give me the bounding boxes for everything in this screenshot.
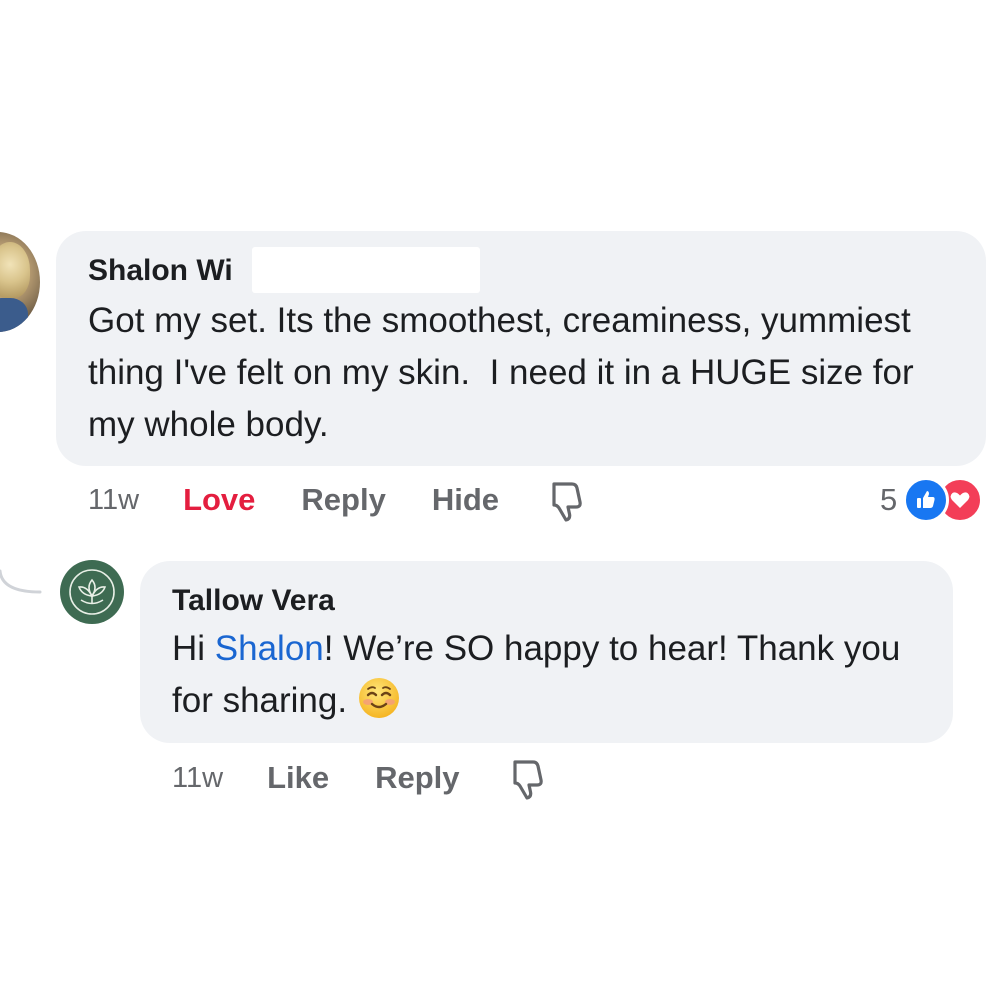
reply-author[interactable]: Tallow Vera bbox=[172, 583, 335, 619]
like-reaction-icon bbox=[903, 477, 950, 523]
reply-actions: 11w Like Reply bbox=[172, 756, 546, 800]
thumbs-down-icon[interactable] bbox=[506, 756, 546, 800]
smiling-face-emoji-icon bbox=[357, 676, 401, 720]
avatar-hair bbox=[0, 242, 30, 298]
reaction-count: 5 bbox=[880, 482, 898, 517]
comment-actions: 11w Love Reply Hide bbox=[88, 478, 585, 522]
love-button[interactable]: Love bbox=[183, 482, 255, 518]
reaction-summary[interactable]: 5 bbox=[880, 477, 984, 523]
comment-bubble: Shalon Wi Got my set. Its the smoothest,… bbox=[56, 231, 986, 466]
commenter-avatar[interactable] bbox=[0, 232, 40, 332]
lotus-logo-icon bbox=[69, 569, 115, 615]
comment-author[interactable]: Shalon Wi bbox=[88, 253, 233, 289]
hide-button[interactable]: Hide bbox=[432, 482, 499, 518]
brand-avatar[interactable] bbox=[60, 560, 124, 624]
reply-bubble: Tallow Vera Hi Shalon! We’re SO happy to… bbox=[140, 561, 953, 743]
name-redaction bbox=[252, 247, 480, 293]
mention-link[interactable]: Shalon bbox=[215, 629, 324, 668]
comment-thread: Shalon Wi Got my set. Its the smoothest,… bbox=[0, 0, 1000, 1000]
comment-text: Got my set. Its the smoothest, creamines… bbox=[88, 301, 924, 444]
comment-timestamp[interactable]: 11w bbox=[88, 484, 139, 517]
reply-greeting: Hi bbox=[172, 629, 215, 668]
reply-text: Hi Shalon! We’re SO happy to hear! Thank… bbox=[172, 623, 932, 727]
reply-button[interactable]: Reply bbox=[301, 482, 385, 518]
avatar-shirt bbox=[0, 298, 28, 332]
like-button[interactable]: Like bbox=[267, 760, 329, 796]
thumbs-down-icon[interactable] bbox=[545, 478, 585, 522]
thread-connector-line bbox=[0, 569, 42, 594]
reply-timestamp[interactable]: 11w bbox=[172, 762, 223, 795]
reply-reply-button[interactable]: Reply bbox=[375, 760, 459, 796]
